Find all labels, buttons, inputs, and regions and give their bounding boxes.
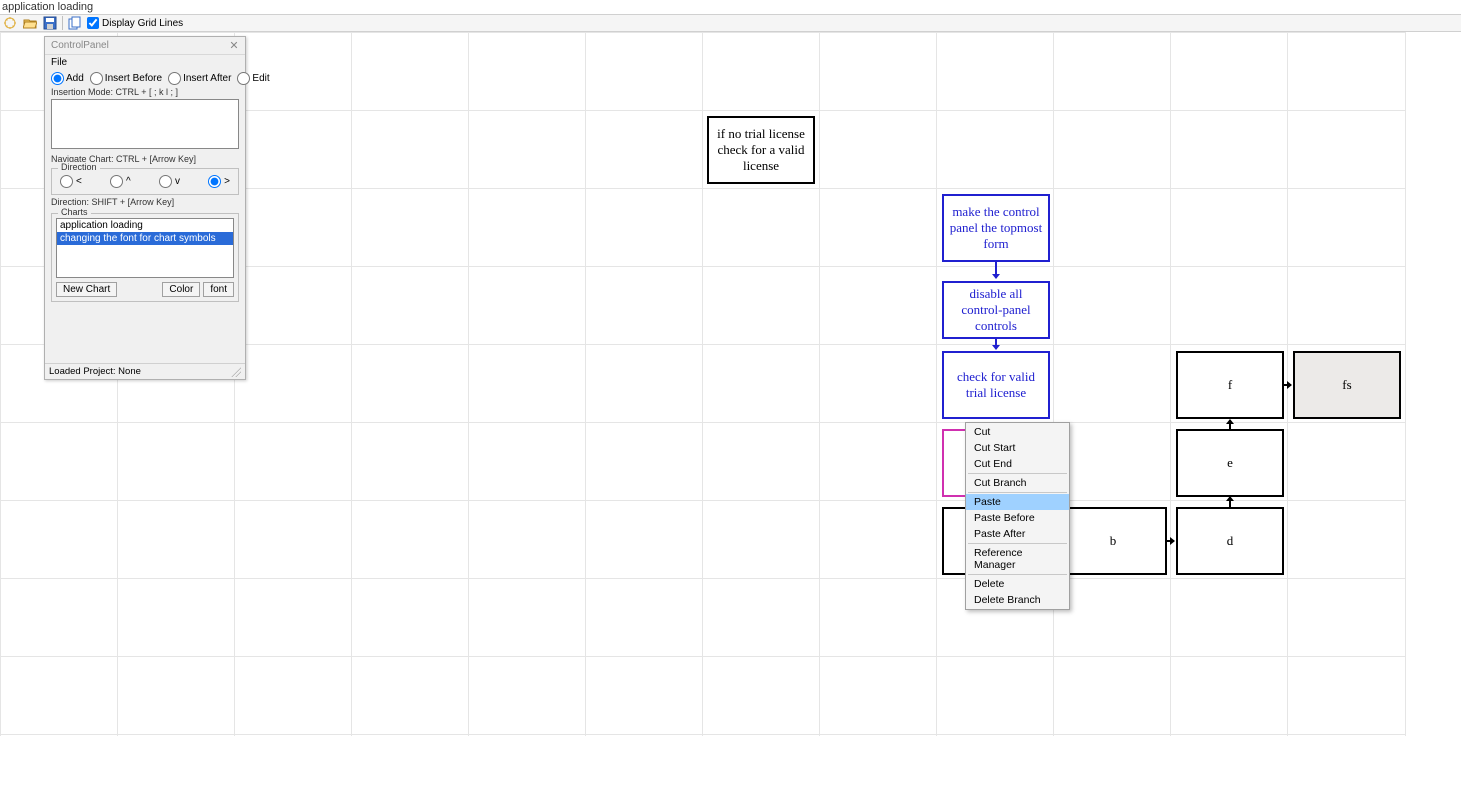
arrow [1229, 497, 1231, 507]
ctx-delete-branch[interactable]: Delete Branch [966, 592, 1069, 608]
grid-line [819, 32, 820, 736]
insertion-mode-hint: Insertion Mode: CTRL + [ ; k l ; ] [51, 87, 239, 97]
ctx-separator [968, 574, 1067, 575]
grid-line [1170, 32, 1171, 736]
node-trial-check-text[interactable]: if no trial license check for a valid li… [707, 116, 815, 184]
new-chart-button[interactable]: New Chart [56, 282, 117, 297]
save-icon[interactable] [42, 15, 58, 31]
charts-label: Charts [58, 207, 91, 217]
grid-line [585, 32, 586, 736]
insert-mode-add[interactable]: Add [51, 72, 84, 85]
context-menu: CutCut StartCut EndCut BranchPastePaste … [965, 422, 1070, 610]
node-check-trial[interactable]: check for valid trial license [942, 351, 1050, 419]
radio-input[interactable] [159, 175, 172, 188]
node-make-topmost[interactable]: make the control panel the topmost form [942, 194, 1050, 262]
copy-icon[interactable] [67, 15, 83, 31]
control-panel-body: File Add Insert Before Insert After Edit… [45, 55, 245, 363]
new-icon[interactable] [2, 15, 18, 31]
ctx-cut-start[interactable]: Cut Start [966, 440, 1069, 456]
direction-v[interactable]: v [159, 175, 180, 188]
control-panel-window[interactable]: ControlPanel ✕ File Add Insert Before In… [44, 36, 246, 380]
grid-line [1053, 32, 1054, 736]
control-panel-titlebar[interactable]: ControlPanel ✕ [45, 37, 245, 55]
ctx-paste[interactable]: Paste [966, 494, 1069, 510]
ctx-separator [968, 473, 1067, 474]
arrow [1229, 420, 1231, 429]
arrow [1167, 540, 1174, 542]
grid-line [0, 32, 1, 736]
arrow [995, 262, 997, 278]
control-panel-title: ControlPanel [51, 40, 109, 51]
insert-mode-edit[interactable]: Edit [237, 72, 269, 85]
grid-checkbox-label: Display Grid Lines [102, 18, 183, 29]
insert-mode-group: Add Insert Before Insert After Edit [51, 72, 239, 85]
arrow [995, 339, 997, 349]
chart-list-item[interactable]: application loading [57, 219, 233, 232]
ctx-delete[interactable]: Delete [966, 576, 1069, 592]
ctx-separator [968, 543, 1067, 544]
close-icon[interactable]: ✕ [227, 39, 241, 53]
ctx-cut-branch[interactable]: Cut Branch [966, 475, 1069, 491]
ctx-cut-end[interactable]: Cut End [966, 456, 1069, 472]
node-b[interactable]: b [1059, 507, 1167, 575]
ctx-cut[interactable]: Cut [966, 424, 1069, 440]
insert-mode-insert-before[interactable]: Insert Before [90, 72, 162, 85]
grid-line [936, 32, 937, 736]
radio-input[interactable] [51, 72, 64, 85]
radio-input[interactable] [168, 72, 181, 85]
grid-line [702, 32, 703, 736]
grid-line [468, 32, 469, 736]
direction-label: Direction [58, 162, 100, 172]
node-f[interactable]: f [1176, 351, 1284, 419]
direction-fieldset: Direction < ^ v > [51, 168, 239, 195]
display-grid-checkbox[interactable]: Display Grid Lines [87, 17, 183, 29]
radio-input[interactable] [208, 175, 221, 188]
charts-fieldset: Charts application loadingchanging the f… [51, 213, 239, 302]
radio-input[interactable] [60, 175, 73, 188]
radio-input[interactable] [110, 175, 123, 188]
node-e[interactable]: e [1176, 429, 1284, 497]
ctx-paste-before[interactable]: Paste Before [966, 510, 1069, 526]
node-d[interactable]: d [1176, 507, 1284, 575]
radio-input[interactable] [90, 72, 103, 85]
ctx-reference-manager[interactable]: Reference Manager [966, 545, 1069, 573]
grid-line [351, 32, 352, 736]
direction-<[interactable]: < [60, 175, 82, 188]
resize-grip-icon[interactable] [231, 367, 241, 377]
direction-hint: Direction: SHIFT + [Arrow Key] [51, 197, 239, 207]
direction-group: < ^ v > [58, 175, 232, 188]
main-toolbar: Display Grid Lines [0, 14, 1461, 32]
file-menu[interactable]: File [51, 57, 239, 68]
ctx-separator [968, 492, 1067, 493]
chart-list-item[interactable]: changing the font for chart symbols [57, 232, 233, 245]
direction->[interactable]: > [208, 175, 230, 188]
window-title: application loading [0, 0, 1461, 14]
grid-checkbox-input[interactable] [87, 17, 99, 29]
insert-mode-insert-after[interactable]: Insert After [168, 72, 231, 85]
color-button[interactable]: Color [162, 282, 200, 297]
open-icon[interactable] [22, 15, 38, 31]
toolbar-separator [62, 16, 63, 30]
ctx-paste-after[interactable]: Paste After [966, 526, 1069, 542]
arrow [1284, 384, 1291, 386]
radio-input[interactable] [237, 72, 250, 85]
status-text: Loaded Project: None [49, 366, 141, 377]
grid-line [1405, 32, 1406, 736]
direction-^[interactable]: ^ [110, 175, 131, 188]
node-text-input[interactable] [51, 99, 239, 149]
font-button[interactable]: font [203, 282, 234, 297]
node-disable-controls[interactable]: disable all control-panel controls [942, 281, 1050, 339]
control-panel-status: Loaded Project: None [45, 363, 245, 379]
node-fs[interactable]: fs [1293, 351, 1401, 419]
charts-list[interactable]: application loadingchanging the font for… [56, 218, 234, 278]
